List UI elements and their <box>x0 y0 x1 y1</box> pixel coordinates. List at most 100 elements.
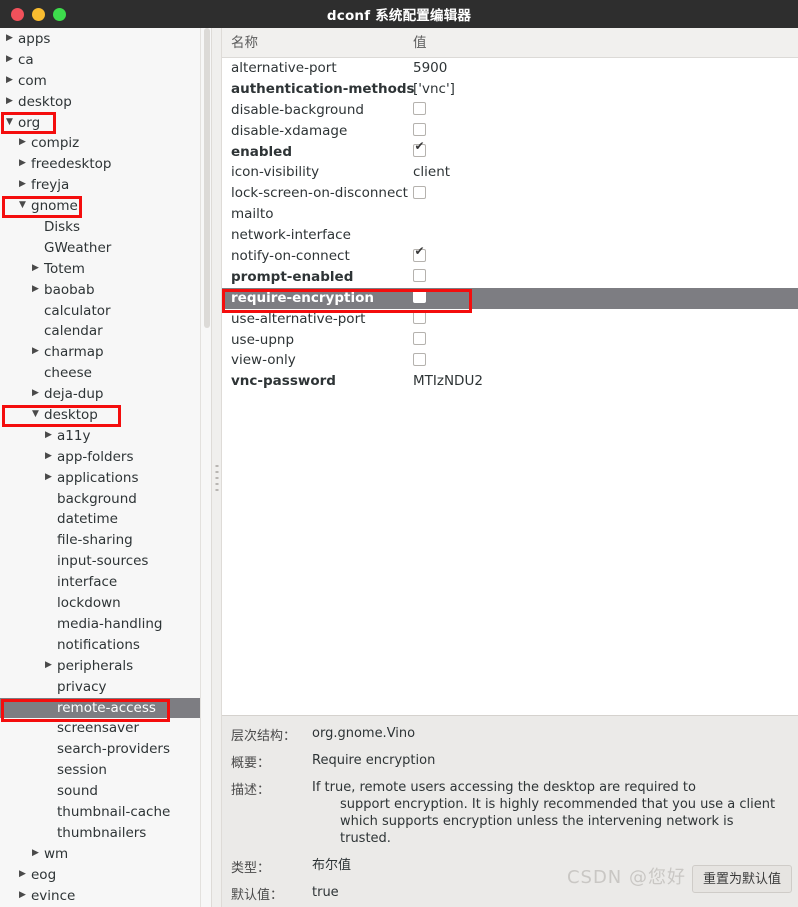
sidebar-item-session[interactable]: session <box>0 760 211 781</box>
sidebar-item-calendar[interactable]: calendar <box>0 321 211 342</box>
key-row[interactable]: notify-on-connect <box>222 245 798 267</box>
key-row[interactable]: disable-xdamage <box>222 121 798 142</box>
sidebar-item-file-sharing[interactable]: file-sharing <box>0 530 211 551</box>
sidebar-item-gweather[interactable]: GWeather <box>0 238 211 259</box>
sidebar-item-peripherals[interactable]: ▶ peripherals <box>0 656 211 677</box>
checkbox-unchecked-icon[interactable] <box>413 290 426 304</box>
checkbox-checked-icon[interactable] <box>413 140 426 158</box>
sidebar-item-totem[interactable]: ▶ Totem <box>0 259 211 280</box>
sidebar-item-a11y[interactable]: ▶ a11y <box>0 426 211 447</box>
sidebar-item-charmap[interactable]: ▶ charmap <box>0 342 211 363</box>
sidebar-item-deja-dup[interactable]: ▶ deja-dup <box>0 384 211 405</box>
checkbox-unchecked-icon[interactable] <box>413 352 426 366</box>
sidebar-scrollbar-thumb[interactable] <box>204 28 210 328</box>
key-value[interactable]: client <box>413 162 450 183</box>
key-row[interactable]: require-encryption <box>222 287 798 309</box>
sidebar-item-thumbnailers[interactable]: thumbnailers <box>0 823 211 844</box>
sidebar-item-apps[interactable]: ▶ apps <box>0 29 211 50</box>
maximize-icon[interactable] <box>53 7 66 21</box>
sidebar-item-compiz[interactable]: ▶ compiz <box>0 133 211 154</box>
minimize-icon[interactable] <box>32 7 45 21</box>
chevron-right-icon[interactable]: ▶ <box>4 91 15 112</box>
checkbox-unchecked-icon[interactable] <box>413 185 426 199</box>
sidebar-item-gnome[interactable]: ▼ gnome <box>0 196 211 217</box>
pane-splitter[interactable] <box>211 28 222 907</box>
chevron-down-icon[interactable]: ▼ <box>30 404 41 425</box>
chevron-right-icon[interactable]: ▶ <box>17 132 28 153</box>
key-row[interactable]: lock-screen-on-disconnect <box>222 183 798 204</box>
chevron-down-icon[interactable]: ▼ <box>4 112 15 133</box>
sidebar-item-evince[interactable]: ▶ evince <box>0 886 211 907</box>
sidebar-item-cheese[interactable]: cheese <box>0 363 211 384</box>
sidebar-item-remote-access[interactable]: remote-access <box>0 697 211 719</box>
key-row[interactable]: use-alternative-port <box>222 309 798 330</box>
sidebar-item-interface[interactable]: interface <box>0 572 211 593</box>
key-row[interactable]: authentication-methods ['vnc'] <box>222 79 798 100</box>
close-icon[interactable] <box>11 7 24 21</box>
sidebar-item-wm[interactable]: ▶ wm <box>0 844 211 865</box>
sidebar-item-ca[interactable]: ▶ ca <box>0 50 211 71</box>
sidebar-item-search-providers[interactable]: search-providers <box>0 739 211 760</box>
sidebar-item-privacy[interactable]: privacy <box>0 677 211 698</box>
checkbox-unchecked-icon[interactable] <box>413 332 426 346</box>
chevron-right-icon[interactable]: ▶ <box>30 279 41 300</box>
column-header-name[interactable]: 名称 <box>231 28 258 58</box>
chevron-right-icon[interactable]: ▶ <box>30 843 41 864</box>
chevron-right-icon[interactable]: ▶ <box>43 446 54 467</box>
sidebar-item-org[interactable]: ▼ org <box>0 113 211 134</box>
chevron-right-icon[interactable]: ▶ <box>17 885 28 906</box>
chevron-right-icon[interactable]: ▶ <box>30 383 41 404</box>
key-row[interactable]: vnc-password MTIzNDU2 <box>222 371 798 392</box>
chevron-right-icon[interactable]: ▶ <box>30 341 41 362</box>
reset-to-default-button[interactable]: 重置为默认值 <box>691 865 792 893</box>
sidebar-item-baobab[interactable]: ▶ baobab <box>0 280 211 301</box>
key-list[interactable]: alternative-port 5900 authentication-metho… <box>222 58 798 715</box>
key-value[interactable]: MTIzNDU2 <box>413 371 483 392</box>
checkbox-unchecked-icon[interactable] <box>413 311 426 325</box>
schema-tree[interactable]: ▶ apps ▶ ca ▶ com ▶ desktop ▼ org ▶ compiz ▶ freedesk… <box>0 28 211 906</box>
key-row[interactable]: prompt-enabled <box>222 267 798 288</box>
sidebar-item-com[interactable]: ▶ com <box>0 71 211 92</box>
chevron-right-icon[interactable]: ▶ <box>43 467 54 488</box>
sidebar-item-freedesktop[interactable]: ▶ freedesktop <box>0 154 211 175</box>
key-row[interactable]: view-only <box>222 350 798 371</box>
key-row[interactable]: icon-visibility client <box>222 162 798 183</box>
checkbox-unchecked-icon[interactable] <box>413 123 426 137</box>
chevron-right-icon[interactable]: ▶ <box>4 70 15 91</box>
checkbox-unchecked-icon[interactable] <box>413 269 426 283</box>
sidebar-item-notifications[interactable]: notifications <box>0 635 211 656</box>
key-row[interactable]: enabled <box>222 140 798 163</box>
sidebar-item-desktop[interactable]: ▶ desktop <box>0 92 211 113</box>
sidebar-item-thumbnail-cache[interactable]: thumbnail-cache <box>0 802 211 823</box>
schema-tree-sidebar[interactable]: ▶ apps ▶ ca ▶ com ▶ desktop ▼ org ▶ compiz ▶ freedesk… <box>0 28 211 907</box>
key-value[interactable]: ['vnc'] <box>413 79 455 100</box>
chevron-right-icon[interactable]: ▶ <box>17 174 28 195</box>
key-row[interactable]: use-upnp <box>222 330 798 351</box>
sidebar-item-applications[interactable]: ▶ applications <box>0 468 211 489</box>
chevron-right-icon[interactable]: ▶ <box>43 425 54 446</box>
key-value[interactable]: 5900 <box>413 58 447 79</box>
sidebar-item-freyja[interactable]: ▶ freyja <box>0 175 211 196</box>
key-row[interactable]: alternative-port 5900 <box>222 58 798 79</box>
sidebar-item-lockdown[interactable]: lockdown <box>0 593 211 614</box>
sidebar-item-background[interactable]: background <box>0 489 211 510</box>
checkbox-unchecked-icon[interactable] <box>413 102 426 116</box>
chevron-right-icon[interactable]: ▶ <box>30 258 41 279</box>
sidebar-item-media-handling[interactable]: media-handling <box>0 614 211 635</box>
key-row[interactable]: network-interface <box>222 225 798 246</box>
sidebar-item-datetime[interactable]: datetime <box>0 509 211 530</box>
sidebar-item-screensaver[interactable]: screensaver <box>0 718 211 739</box>
column-header-value[interactable]: 值 <box>413 28 427 58</box>
sidebar-item-sound[interactable]: sound <box>0 781 211 802</box>
chevron-right-icon[interactable]: ▶ <box>4 49 15 70</box>
sidebar-item-desktop[interactable]: ▼ desktop <box>0 405 211 426</box>
key-row[interactable]: mailto <box>222 204 798 225</box>
sidebar-item-calculator[interactable]: calculator <box>0 301 211 322</box>
sidebar-scrollbar[interactable] <box>200 28 211 907</box>
chevron-right-icon[interactable]: ▶ <box>17 864 28 885</box>
chevron-right-icon[interactable]: ▶ <box>43 655 54 676</box>
key-row[interactable]: disable-background <box>222 100 798 121</box>
sidebar-item-input-sources[interactable]: input-sources <box>0 551 211 572</box>
sidebar-item-disks[interactable]: Disks <box>0 217 211 238</box>
chevron-right-icon[interactable]: ▶ <box>17 153 28 174</box>
